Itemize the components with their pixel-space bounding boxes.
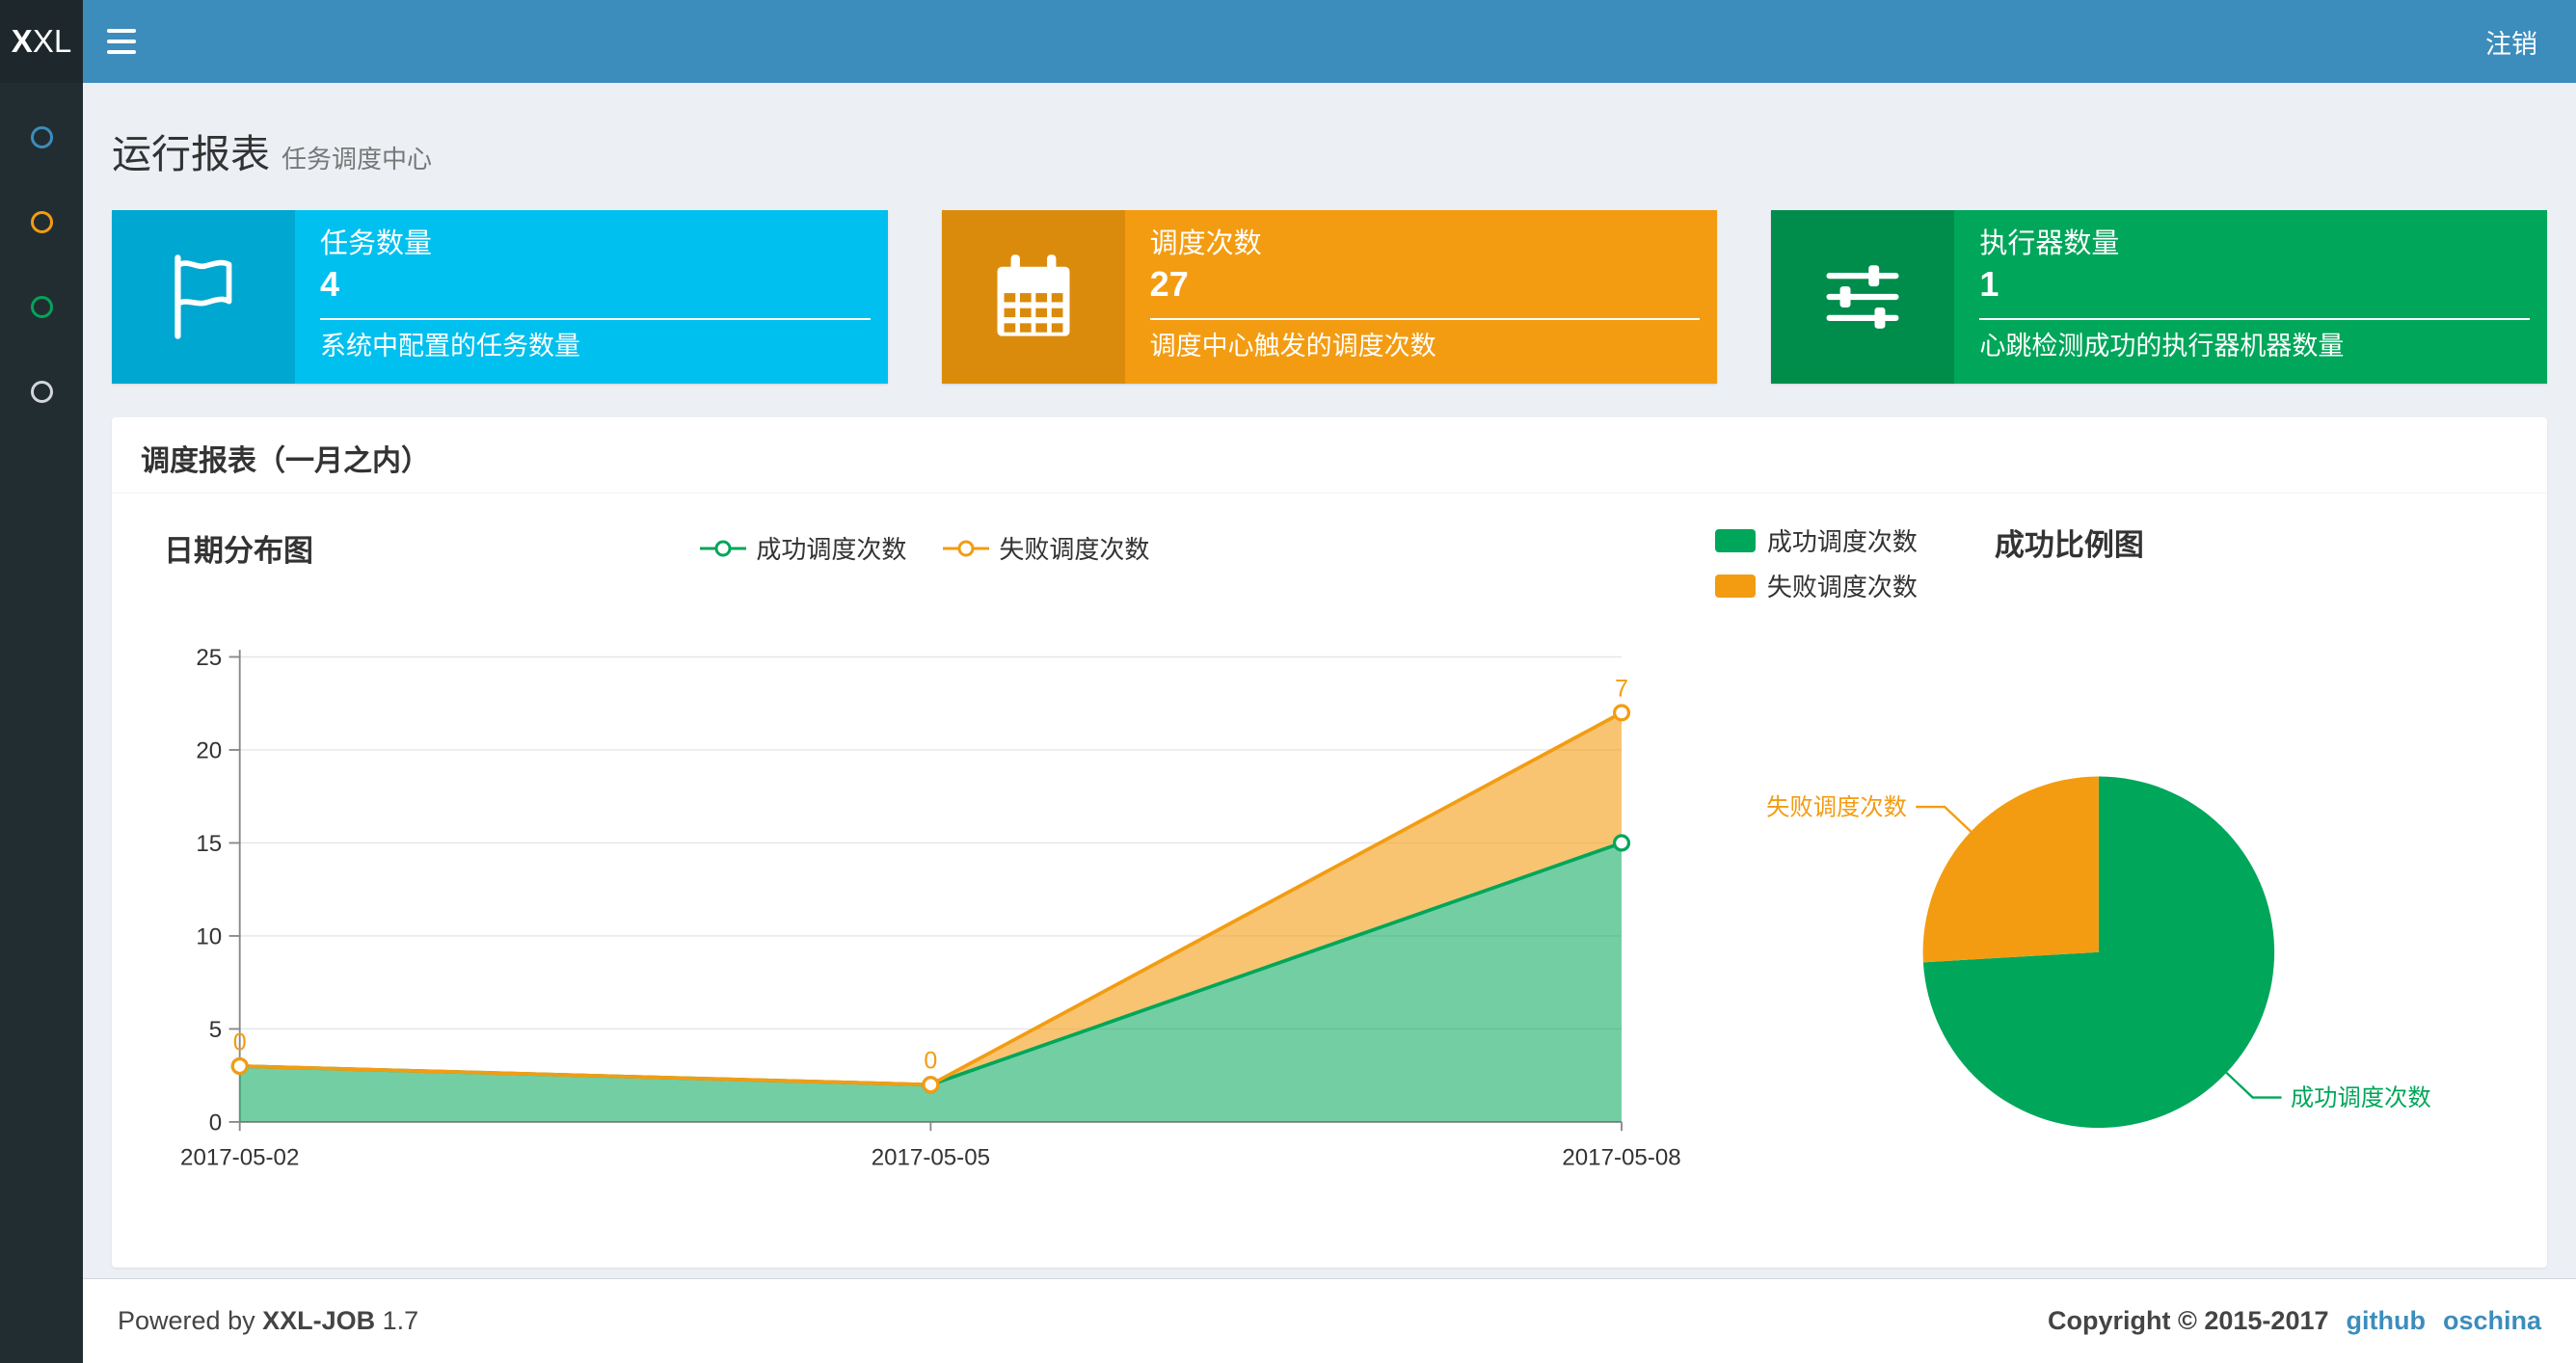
info-box-title: 调度次数 [1149,228,1262,259]
svg-text:5: 5 [209,1017,222,1043]
svg-text:2017-05-08: 2017-05-08 [1562,1144,1680,1170]
panel-body: 日期分布图 成功调度次数 失败调度次数 0 5 10 15 20 25 2017-05-02 2… [112,494,2547,1268]
sidebar-item-jobs[interactable] [0,179,83,264]
info-box-title: 执行器数量 [1979,228,2120,259]
powered-by: Powered by XXL-JOB 1.7 [118,1306,419,1335]
logo-text-bold: X [11,23,33,59]
svg-text:2017-05-02: 2017-05-02 [180,1144,299,1170]
date-distribution-section: 日期分布图 成功调度次数 失败调度次数 0 5 10 15 20 25 2017-05-02 2… [137,517,1711,1241]
hamburger-icon [107,29,136,33]
page-subtitle: 任务调度中心 [282,145,433,174]
navbar: X XL 注销 [0,0,2576,83]
info-box-number: 1 [1979,264,1999,304]
svg-text:0: 0 [209,1109,222,1136]
legend-swatch-icon [1714,574,1756,598]
svg-text:失败调度次数: 失败调度次数 [1766,794,1907,820]
svg-text:2017-05-05: 2017-05-05 [872,1144,990,1170]
version: 1.7 [382,1306,419,1335]
divider [320,318,871,320]
legend-marker-icon [943,540,990,556]
svg-text:0: 0 [924,1048,937,1075]
pie-chart-title: 成功比例图 [1994,528,2144,562]
content-header: 运行报表 任务调度中心 [83,83,2576,179]
github-link[interactable]: github [2347,1306,2426,1336]
summary-boxes: 任务数量 4 系统中配置的任务数量 调度次数 27 调度中心触发的调度次数 执行… [112,210,2548,384]
sidebar-item-report[interactable] [0,94,83,179]
legend-marker-icon [700,540,747,556]
legend-item[interactable]: 成功调度次数 [1714,522,1918,558]
copyright: Copyright © 2015-2017 [2047,1306,2329,1335]
footer: Powered by XXL-JOB 1.7 Copyright © 2015-… [83,1278,2576,1363]
circle-icon [30,295,53,318]
sidebar-toggle-button[interactable] [83,0,160,83]
logout-link[interactable]: 注销 [2447,0,2576,83]
copyright-area: Copyright © 2015-2017 github oschina [2048,1306,2541,1336]
info-box-executors: 执行器数量 1 心跳检测成功的执行器机器数量 [1771,210,2548,384]
sliders-icon [1771,210,1955,384]
info-box-desc: 心跳检测成功的执行器机器数量 [1979,332,2345,361]
info-box-jobs: 任务数量 4 系统中配置的任务数量 [112,210,888,384]
legend-swatch-icon [1714,528,1756,552]
page-title: 运行报表 任务调度中心 [112,132,433,176]
main-content: 运行报表 任务调度中心 任务数量 4 系统中配置的任务数量 调度次数 27 调度… [83,83,2576,1278]
info-box-desc: 系统中配置的任务数量 [320,332,580,361]
sidebar [0,83,83,1363]
svg-text:成功调度次数: 成功调度次数 [2291,1085,2431,1111]
circle-icon [30,210,53,233]
info-box-number: 27 [1149,264,1189,304]
svg-text:7: 7 [1615,676,1628,703]
info-box-triggers: 调度次数 27 调度中心触发的调度次数 [941,210,1718,384]
sidebar-item-logs[interactable] [0,264,83,349]
legend-item[interactable]: 成功调度次数 [698,530,906,566]
app: X XL 注销 运行报表 任务调度中心 任务数量 4 系统中配置的任务数量 调度… [0,0,2576,1363]
date-line-chart: 05101520252017-05-02 2017-05-05 2017-05-08… [180,645,1681,1171]
pie-chart-legend: 成功调度次数 失败调度次数 [1714,522,1918,603]
app-logo[interactable]: X XL [0,0,83,83]
svg-text:15: 15 [196,831,222,857]
flag-icon [112,210,295,384]
info-box-number: 4 [320,264,340,304]
svg-text:20: 20 [196,737,222,763]
success-ratio-section: 成功调度次数 失败调度次数 成功比例图 成功调度次数 失败调度次数 [1711,517,2522,1241]
circle-icon [30,125,53,148]
divider [1979,318,2531,320]
legend-item[interactable]: 失败调度次数 [1714,568,1918,603]
oschina-link[interactable]: oschina [2443,1306,2541,1336]
divider [1149,318,1701,320]
svg-text:10: 10 [196,923,222,949]
pie-chart: 成功调度次数 失败调度次数 [1766,776,2431,1129]
line-chart-legend: 成功调度次数 失败调度次数 [137,530,1711,566]
legend-item[interactable]: 失败调度次数 [941,530,1149,566]
calendar-icon [941,210,1125,384]
sidebar-item-executors[interactable] [0,349,83,434]
svg-text:0: 0 [233,1029,247,1056]
info-box-title: 任务数量 [320,228,433,259]
brand-name: XXL-JOB [262,1306,376,1335]
panel-title: 调度报表（一月之内） [112,417,2547,494]
report-panel: 调度报表（一月之内） 日期分布图 成功调度次数 失败调度次数 0 5 10 15 20 25… [112,417,2547,1268]
svg-text:25: 25 [196,645,222,671]
info-box-desc: 调度中心触发的调度次数 [1149,332,1436,361]
logo-text: XL [32,23,72,59]
circle-icon [30,380,53,403]
